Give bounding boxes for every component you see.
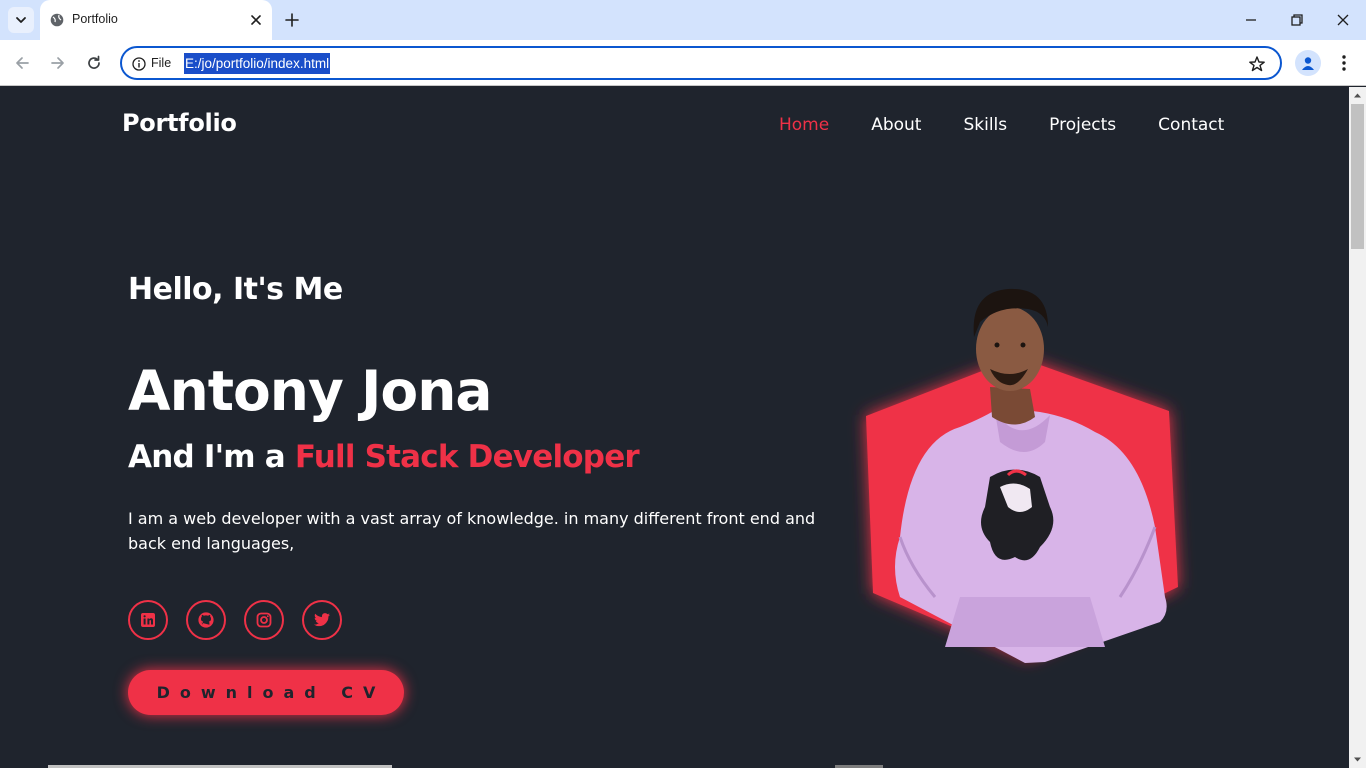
nav-skills[interactable]: Skills — [963, 115, 1007, 135]
hero-description: I am a web developer with a vast array o… — [128, 509, 816, 553]
hero-role-title: Full Stack Developer — [294, 439, 640, 475]
scroll-down-icon[interactable] — [1353, 755, 1362, 764]
social-links — [128, 600, 342, 640]
hero-role-line: And I'm a Full Stack Developer — [128, 439, 640, 475]
close-tab-icon[interactable] — [248, 12, 264, 28]
github-icon — [198, 612, 214, 628]
url-scheme-label: File — [151, 56, 172, 70]
twitter-icon — [313, 613, 330, 627]
browser-tabstrip: Portfolio — [0, 0, 1366, 40]
linkedin-icon — [141, 613, 155, 627]
instagram-icon — [256, 612, 272, 628]
linkedin-link[interactable] — [128, 600, 168, 640]
menu-kebab-icon[interactable] — [1334, 53, 1354, 73]
site-logo[interactable]: Portfolio — [122, 109, 237, 137]
address-bar[interactable]: File E:/jo/portfolio/index.html — [120, 46, 1282, 80]
tab-search-button[interactable] — [8, 7, 34, 33]
back-icon[interactable] — [12, 53, 32, 73]
hero-greeting: Hello, It's Me — [128, 272, 343, 307]
reload-icon[interactable] — [84, 53, 104, 73]
profile-button[interactable] — [1295, 50, 1321, 76]
nav-home[interactable]: Home — [779, 115, 829, 135]
download-cv-button[interactable]: Download CV — [128, 670, 404, 715]
profile-photo — [866, 288, 1178, 663]
globe-icon — [50, 13, 64, 27]
bookmark-star-icon[interactable] — [1248, 55, 1266, 73]
vertical-scroll-thumb[interactable] — [1351, 104, 1364, 249]
new-tab-icon[interactable] — [283, 11, 301, 29]
minimize-icon[interactable] — [1242, 11, 1260, 29]
scroll-up-icon[interactable] — [1353, 91, 1362, 100]
info-icon[interactable] — [132, 57, 146, 71]
nav-about[interactable]: About — [871, 115, 921, 135]
forward-icon[interactable] — [48, 53, 68, 73]
instagram-link[interactable] — [244, 600, 284, 640]
close-window-icon[interactable] — [1334, 11, 1352, 29]
tab-title: Portfolio — [72, 12, 118, 26]
main-nav: Home About Skills Projects Contact — [779, 115, 1224, 135]
hero-role-prefix: And I'm a — [128, 439, 286, 475]
github-link[interactable] — [186, 600, 226, 640]
browser-toolbar: File E:/jo/portfolio/index.html — [0, 40, 1366, 86]
url-text[interactable]: E:/jo/portfolio/index.html — [184, 53, 331, 74]
browser-tab[interactable]: Portfolio — [40, 0, 272, 40]
hero-name: Antony Jona — [128, 359, 492, 423]
chevron-down-icon — [16, 17, 26, 23]
restore-icon[interactable] — [1288, 11, 1306, 29]
vertical-scrollbar[interactable] — [1349, 87, 1366, 768]
nav-contact[interactable]: Contact — [1158, 115, 1224, 135]
nav-projects[interactable]: Projects — [1049, 115, 1116, 135]
portfolio-page: Portfolio Home About Skills Projects Con… — [0, 87, 1349, 768]
twitter-link[interactable] — [302, 600, 342, 640]
profile-icon — [1302, 57, 1314, 70]
